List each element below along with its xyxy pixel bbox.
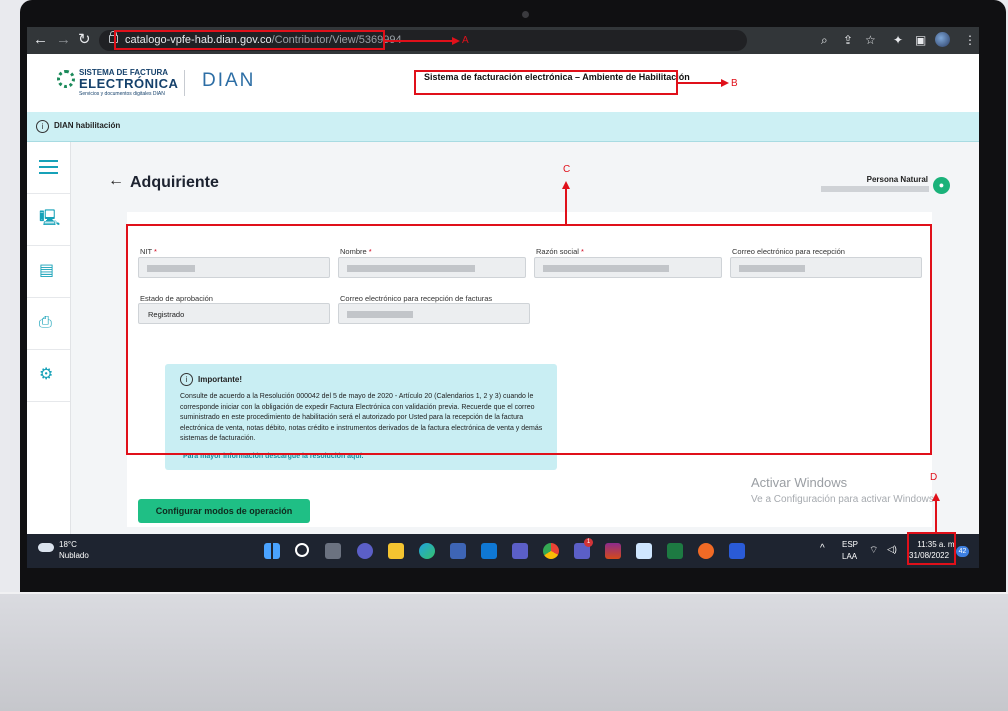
document-list-icon: ▤ <box>39 262 55 279</box>
windows-taskbar: 18°C Nublado 1 ^ ESP LAA ⌔ ◁) 11:35 a. m… <box>27 534 979 568</box>
annotation-box-c <box>126 224 932 455</box>
teams-badge: 1 <box>584 538 593 547</box>
annotation-label-c: C <box>563 164 571 175</box>
search-icon[interactable] <box>295 543 309 557</box>
cloud-icon <box>38 543 54 552</box>
annotation-line-a <box>385 40 453 42</box>
dian-logo: DIAN <box>202 70 256 91</box>
start-windows-icon[interactable] <box>264 543 280 559</box>
sidebar-item-documents[interactable]: ▤ <box>27 246 70 298</box>
annotation-line-d <box>935 500 937 533</box>
profile-avatar[interactable] <box>935 32 950 47</box>
annotation-label-a: A <box>462 35 469 46</box>
sidebar: 🖳 ▤ ⎙ ⚙ <box>27 142 71 534</box>
user-type-label: Persona Natural <box>866 175 928 184</box>
task-view-icon[interactable] <box>325 543 341 559</box>
winrar-icon[interactable] <box>605 543 621 559</box>
extensions-icon[interactable]: ✦ <box>893 33 903 47</box>
excel-icon[interactable] <box>667 543 683 559</box>
zoom-icon[interactable]: ⌕ <box>821 33 828 48</box>
app-icon[interactable] <box>450 543 466 559</box>
user-name-redacted <box>821 186 929 192</box>
webcam <box>522 11 529 18</box>
weather-condition: Nublado <box>59 551 89 560</box>
file-explorer-icon[interactable] <box>388 543 404 559</box>
annotation-arrow-b <box>721 79 729 87</box>
info-icon: i <box>36 120 49 133</box>
configure-modes-button[interactable]: Configurar modos de operación <box>138 499 310 523</box>
edge-icon[interactable] <box>419 543 435 559</box>
sidebar-item-settings[interactable]: ⚙ <box>27 350 70 402</box>
annotation-line-c <box>565 188 567 225</box>
annotation-box-a <box>114 30 385 50</box>
language-code[interactable]: ESP <box>842 540 858 549</box>
teams-chat-icon[interactable] <box>357 543 373 559</box>
gear-icon: ⚙ <box>39 366 54 383</box>
teams-icon[interactable] <box>512 543 528 559</box>
language-layout[interactable]: LAA <box>842 552 857 561</box>
chevron-up-icon[interactable]: ^ <box>820 543 825 554</box>
forward-arrow-icon[interactable]: → <box>56 31 71 49</box>
chrome-icon[interactable] <box>543 543 559 559</box>
activate-windows-title: Activar Windows <box>751 475 848 490</box>
weather-temperature: 18°C <box>59 540 77 549</box>
activate-windows-hint: Ve a Configuración para activar Windows. <box>751 494 937 505</box>
app-orange-icon[interactable] <box>698 543 714 559</box>
annotation-arrow-a <box>452 37 460 45</box>
bookmark-star-icon[interactable]: ☆ <box>865 33 876 47</box>
notepad-icon[interactable] <box>636 543 652 559</box>
environment-label: DIAN habilitación <box>54 121 121 130</box>
side-panel-icon[interactable]: ▣ <box>915 33 926 47</box>
annotation-label-b: B <box>731 78 738 89</box>
annotation-line-b <box>678 82 722 84</box>
wifi-icon[interactable]: ⌔ <box>869 544 878 557</box>
logo-line2: ELECTRÓNICA <box>79 76 179 91</box>
menu-hamburger-icon[interactable] <box>27 142 70 194</box>
annotation-label-d: D <box>930 472 938 483</box>
back-arrow-icon[interactable]: ← <box>108 172 124 190</box>
notification-badge[interactable]: 42 <box>956 546 969 557</box>
menu-kebab-icon[interactable]: ⋮ <box>964 33 976 47</box>
volume-icon[interactable]: ◁) <box>887 544 897 555</box>
environment-strip: i DIAN habilitación <box>27 112 979 142</box>
sidebar-item-users[interactable]: ⎙ <box>27 298 70 350</box>
outlook-icon[interactable] <box>481 543 497 559</box>
user-document-icon: ⎙ <box>39 314 52 331</box>
annotation-box-d <box>907 532 956 565</box>
word-icon[interactable] <box>729 543 745 559</box>
user-avatar-icon[interactable]: ● <box>933 177 950 194</box>
page-title: Adquiriente <box>130 174 219 191</box>
monitor-chart-icon: 🖳 <box>39 210 61 227</box>
sidebar-item-monitor[interactable]: 🖳 <box>27 194 70 246</box>
reload-icon[interactable]: ↻ <box>78 31 91 49</box>
monitor-stand <box>0 592 1008 711</box>
back-arrow-icon[interactable]: ← <box>33 31 48 49</box>
share-icon[interactable]: ⇪ <box>843 33 853 47</box>
factura-logo-icon <box>57 70 75 88</box>
logo-divider <box>184 70 185 96</box>
annotation-box-b <box>414 70 678 95</box>
logo-line3: Servicios y documentos digitales DIAN <box>79 91 165 97</box>
